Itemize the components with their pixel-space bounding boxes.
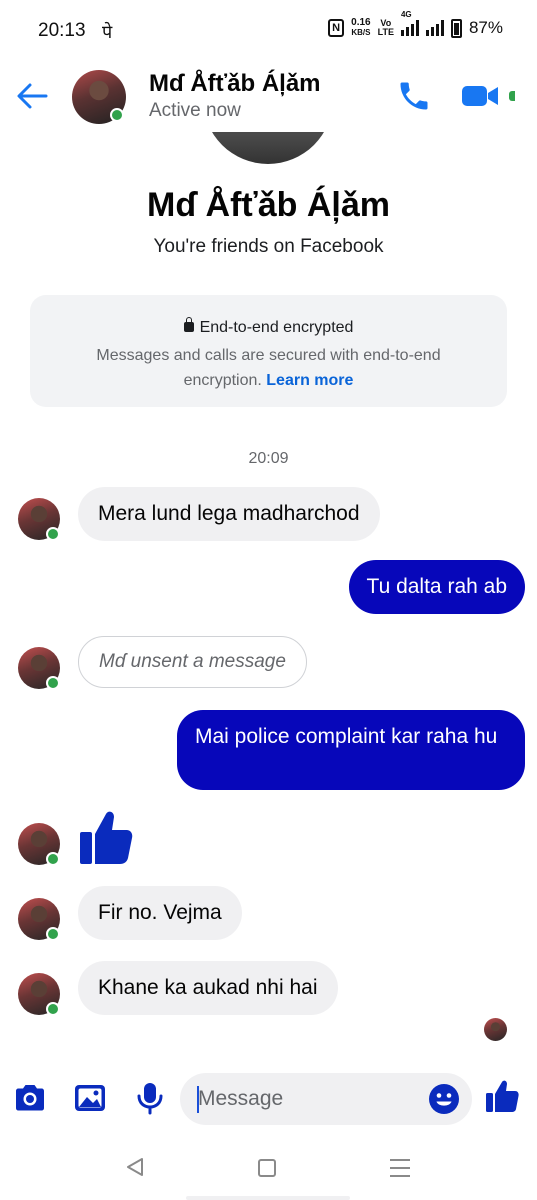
online-indicator <box>110 108 124 122</box>
nfc-icon: N <box>328 19 345 37</box>
signal-4g: 4G <box>400 10 419 36</box>
incoming-message[interactable]: Khane ka aukad nhi hai <box>78 961 338 1015</box>
phone-icon[interactable] <box>396 78 432 114</box>
thumbs-up-send-icon[interactable] <box>484 1078 520 1114</box>
status-time: 20:13 <box>38 20 86 41</box>
message-composer <box>0 1066 537 1132</box>
friends-status: You're friends on Facebook <box>153 236 384 257</box>
network-speed-unit: KB/S <box>351 28 371 37</box>
outgoing-message[interactable]: Mai police complaint kar raha hu <box>177 710 525 790</box>
outgoing-message[interactable]: Tu dalta rah ab <box>348 560 525 614</box>
online-indicator <box>46 927 60 941</box>
gallery-icon[interactable] <box>72 1080 108 1116</box>
volte-bottom: LTE <box>377 27 394 37</box>
encryption-body-row: Messages and calls are secured with end-… <box>70 343 467 393</box>
incoming-message[interactable]: Mera lund lega madharchod <box>78 487 380 541</box>
status-indicators: N 0.16 KB/S Vo LTE 4G 87% <box>328 10 503 38</box>
network-type: 4G <box>400 10 412 19</box>
message-input[interactable] <box>198 1073 428 1125</box>
message-input-container[interactable] <box>180 1073 472 1125</box>
notification-icon: पे <box>102 22 113 43</box>
unsent-message: Mɗ unsent a message <box>78 636 307 688</box>
online-indicator <box>46 1002 60 1016</box>
microphone-icon[interactable] <box>132 1080 168 1116</box>
battery-icon <box>450 18 462 38</box>
lock-icon <box>183 317 194 332</box>
battery-percent: 87% <box>468 18 503 37</box>
encryption-title-row: End-to-end encrypted <box>30 317 507 337</box>
online-indicator <box>46 852 60 866</box>
info-indicator[interactable] <box>509 91 515 101</box>
profile-name: Mɗ Åfťǎb Áļǎm <box>147 186 390 224</box>
active-status: Active now <box>149 100 241 121</box>
learn-more-link[interactable]: Learn more <box>266 372 353 389</box>
encryption-title: End-to-end encrypted <box>199 319 354 336</box>
nav-recents-icon[interactable] <box>390 1159 410 1177</box>
online-indicator <box>46 676 60 690</box>
emoji-icon[interactable] <box>428 1083 460 1115</box>
back-arrow-icon[interactable] <box>14 78 50 114</box>
signal-icon <box>400 20 419 36</box>
network-speed: 0.16 KB/S <box>351 18 370 38</box>
chat-header: Mɗ Åfťǎb Áļǎm Active now <box>0 62 537 132</box>
nav-home-icon[interactable] <box>258 1159 276 1177</box>
signal-icon-2 <box>425 20 444 36</box>
thumbs-up-icon[interactable] <box>78 808 134 866</box>
network-speed-value: 0.16 <box>351 17 371 28</box>
encryption-notice: End-to-end encrypted Messages and calls … <box>30 295 507 407</box>
message-timestamp: 20:09 <box>248 450 289 467</box>
camera-icon[interactable] <box>12 1080 48 1116</box>
nav-back-icon[interactable] <box>124 1156 146 1178</box>
contact-name[interactable]: Mɗ Åfťǎb Áļǎm <box>149 70 321 98</box>
online-indicator <box>46 527 60 541</box>
nav-gesture-pill <box>186 1196 350 1200</box>
system-navigation-bar <box>0 1140 537 1200</box>
video-camera-icon[interactable] <box>460 80 500 112</box>
seen-receipt-avatar <box>484 1018 507 1041</box>
status-bar: 20:13 पे N 0.16 KB/S Vo LTE 4G 87% <box>0 0 537 62</box>
incoming-message[interactable]: Fir no. Vejma <box>78 886 242 940</box>
volte-icon: Vo LTE <box>378 19 394 37</box>
